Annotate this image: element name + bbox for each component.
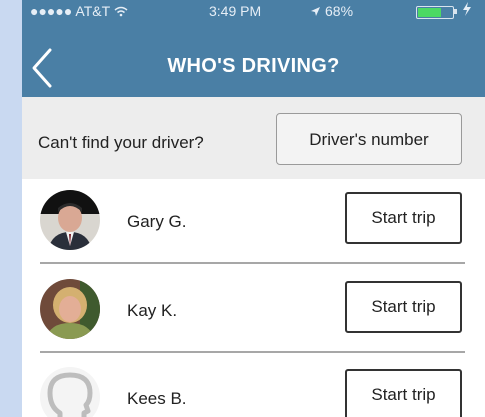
battery-readout: 68% (310, 3, 353, 19)
charging-bolt-icon (463, 2, 471, 16)
driver-name: Kay K. (127, 301, 178, 320)
status-time: 3:49 PM (209, 3, 262, 19)
carrier-text: ●●●●● AT&T (30, 3, 114, 19)
driver-photo-gary (40, 190, 100, 250)
carrier-label: ●●●●● AT&T (30, 3, 128, 19)
app-screen: ●●●●● AT&T 3:49 PM 68% WHO'S DRIVING? Ca… (22, 0, 485, 417)
avatar (40, 367, 100, 417)
driver-row: Kees B. Start trip (22, 356, 485, 417)
avatar (40, 279, 100, 339)
start-trip-button[interactable]: Start trip (345, 369, 462, 417)
avatar (40, 190, 100, 250)
driver-list: Gary G. Start trip Kay K. Start trip Kee… (22, 179, 485, 417)
driver-row: Kay K. Start trip (22, 268, 485, 347)
find-driver-section: Can't find your driver? Driver's number (22, 97, 485, 179)
list-divider (40, 262, 465, 264)
driver-photo-kay (40, 279, 100, 339)
battery-fill (418, 8, 442, 17)
location-arrow-icon (311, 7, 320, 16)
find-driver-prompt: Can't find your driver? (38, 133, 204, 152)
battery-icon (416, 6, 454, 19)
status-bar: ●●●●● AT&T 3:49 PM 68% (22, 0, 485, 22)
list-divider (40, 351, 465, 353)
driver-name: Kees B. (127, 389, 187, 408)
drivers-number-button[interactable]: Driver's number (276, 113, 462, 165)
page-title: WHO'S DRIVING? (167, 55, 340, 77)
start-trip-button[interactable]: Start trip (345, 192, 462, 244)
driver-row: Gary G. Start trip (22, 179, 485, 258)
driver-name: Gary G. (127, 212, 187, 231)
battery-tip (454, 9, 457, 14)
wifi-icon (114, 6, 128, 17)
default-avatar-icon (47, 372, 93, 417)
start-trip-button[interactable]: Start trip (345, 281, 462, 333)
battery-percent: 68% (325, 3, 354, 19)
app-header: ●●●●● AT&T 3:49 PM 68% WHO'S DRIVING? (22, 0, 485, 97)
